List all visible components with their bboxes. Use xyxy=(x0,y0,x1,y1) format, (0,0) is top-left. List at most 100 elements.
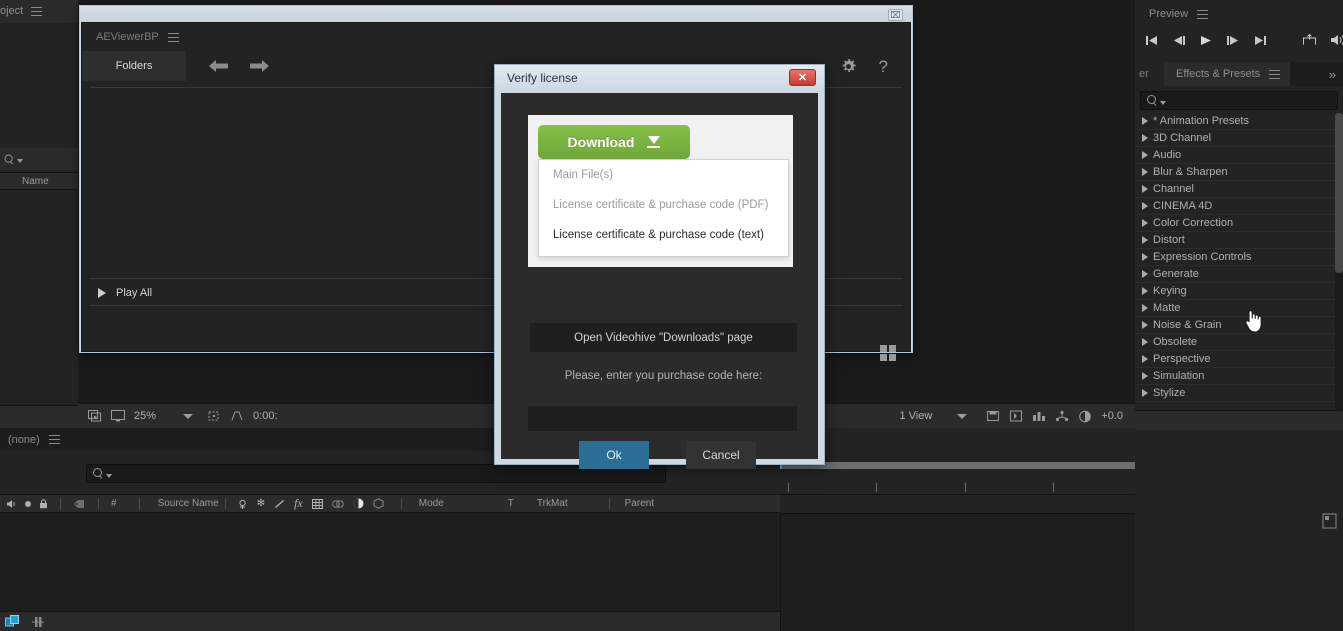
play-icon[interactable] xyxy=(1199,35,1213,46)
transparency-grid-icon[interactable] xyxy=(230,410,244,422)
disclosure-triangle-icon[interactable] xyxy=(1142,168,1148,176)
hamburger-icon[interactable] xyxy=(167,32,179,42)
label-color-icon[interactable] xyxy=(73,499,86,509)
channel-icon[interactable] xyxy=(1009,410,1023,422)
disclosure-triangle-icon[interactable] xyxy=(1142,321,1148,329)
region-of-interest-icon[interactable] xyxy=(207,410,221,422)
disclosure-triangle-icon[interactable] xyxy=(1142,304,1148,312)
effects-category-item[interactable]: Audio xyxy=(1135,147,1335,164)
audio-toggle-icon[interactable] xyxy=(6,499,17,509)
exposure-icon[interactable] xyxy=(1078,410,1092,423)
chevron-down-icon[interactable] xyxy=(183,413,194,419)
gear-icon[interactable] xyxy=(840,58,857,75)
disclosure-triangle-icon[interactable] xyxy=(1142,134,1148,142)
hamburger-icon[interactable] xyxy=(48,435,60,444)
shy-toggle-icon[interactable] xyxy=(25,500,31,507)
download-menu[interactable]: Main File(s) License certificate & purcha… xyxy=(538,159,789,257)
disclosure-triangle-icon[interactable] xyxy=(1142,389,1148,397)
hamburger-icon[interactable] xyxy=(1197,9,1209,19)
project-item-list[interactable] xyxy=(0,190,78,405)
disclosure-triangle-icon[interactable] xyxy=(1142,236,1148,244)
disclosure-triangle-icon[interactable] xyxy=(1142,355,1148,363)
download-menu-item[interactable]: Main File(s) xyxy=(539,160,788,190)
last-frame-icon[interactable] xyxy=(1253,35,1267,46)
forward-arrow-icon[interactable] xyxy=(249,59,270,73)
renderer-icon[interactable] xyxy=(88,410,102,422)
close-icon[interactable]: ✕ xyxy=(789,69,816,86)
project-search-row[interactable] xyxy=(0,148,78,170)
back-arrow-icon[interactable] xyxy=(208,59,229,73)
disclosure-triangle-icon[interactable] xyxy=(1142,253,1148,261)
frame-blend-icon[interactable] xyxy=(311,498,323,509)
disclosure-triangle-icon[interactable] xyxy=(1142,151,1148,159)
shy-icon[interactable] xyxy=(237,499,248,509)
disclosure-triangle-icon[interactable] xyxy=(1142,202,1148,210)
effects-category-item[interactable]: Channel xyxy=(1135,181,1335,198)
timecode[interactable]: 0:00: xyxy=(253,410,277,422)
disclosure-triangle-icon[interactable] xyxy=(1142,219,1148,227)
exposure-value[interactable]: +0.0 xyxy=(1101,410,1135,422)
effects-category-item[interactable]: 3D Channel xyxy=(1135,130,1335,147)
disclosure-triangle-icon[interactable] xyxy=(1142,270,1148,278)
lock-icon[interactable] xyxy=(39,498,48,509)
disclosure-triangle-icon[interactable] xyxy=(1142,185,1148,193)
motion-blur-icon[interactable] xyxy=(274,499,285,509)
solo-icon[interactable] xyxy=(353,498,364,509)
tab-folders[interactable]: Folders xyxy=(82,51,186,81)
hamburger-icon[interactable] xyxy=(1269,69,1281,79)
help-icon[interactable]: ? xyxy=(879,58,888,75)
effects-category-item[interactable]: * Animation Presets xyxy=(1135,113,1335,130)
snapshot-icon[interactable] xyxy=(986,410,1000,422)
effects-category-item[interactable]: Blur & Sharpen xyxy=(1135,164,1335,181)
timeline-layer-rows[interactable] xyxy=(0,513,780,611)
effects-icon[interactable]: ✻ xyxy=(257,498,265,509)
aeviewer-titlebar[interactable]: ⌧ xyxy=(80,6,912,22)
grid-view-icon[interactable] xyxy=(880,345,898,363)
view-mode-label[interactable]: 1 View xyxy=(899,410,932,422)
effects-category-item[interactable]: Perspective xyxy=(1135,351,1335,368)
dialog-titlebar[interactable]: Verify license ✕ xyxy=(495,65,824,91)
disclosure-triangle-icon[interactable] xyxy=(1142,372,1148,380)
next-frame-icon[interactable] xyxy=(1226,35,1240,46)
loop-icon[interactable] xyxy=(1302,34,1317,46)
cancel-button[interactable]: Cancel xyxy=(686,441,756,469)
3d-layer-icon[interactable] xyxy=(373,498,384,509)
effects-category-item[interactable]: Keying xyxy=(1135,283,1335,300)
open-downloads-page-button[interactable]: Open Videohive "Downloads" page xyxy=(530,323,797,352)
graph-editor-icon[interactable] xyxy=(30,615,46,629)
first-frame-icon[interactable] xyxy=(1145,35,1159,46)
effects-category-item[interactable]: Obsolete xyxy=(1135,334,1335,351)
audio-icon[interactable] xyxy=(1330,34,1343,46)
quality-icon[interactable] xyxy=(331,499,344,509)
tab-project[interactable]: oject xyxy=(0,0,78,23)
3d-view-icon[interactable] xyxy=(1055,410,1069,422)
previous-frame-icon[interactable] xyxy=(1172,35,1186,46)
effects-category-item[interactable]: Noise & Grain xyxy=(1135,317,1335,334)
tab-effects-presets[interactable]: Effects & Presets xyxy=(1164,62,1291,86)
purchase-code-input[interactable] xyxy=(528,406,797,431)
effects-category-item[interactable]: Distort xyxy=(1135,232,1335,249)
tab-partial[interactable]: er xyxy=(1135,62,1164,86)
aeviewer-close-button[interactable]: ⌧ xyxy=(888,9,903,21)
zoom-level[interactable]: 25% xyxy=(134,410,156,422)
effects-scrollbar-thumb[interactable] xyxy=(1335,113,1343,273)
effects-search-input[interactable] xyxy=(1140,91,1338,110)
monitor-icon[interactable] xyxy=(111,410,125,422)
effects-category-item[interactable]: Color Correction xyxy=(1135,215,1335,232)
download-button[interactable]: Download xyxy=(538,125,690,159)
effects-category-item[interactable]: Stylize xyxy=(1135,385,1335,402)
disclosure-triangle-icon[interactable] xyxy=(1142,338,1148,346)
ok-button[interactable]: Ok xyxy=(579,441,649,469)
effects-category-item[interactable]: Generate xyxy=(1135,266,1335,283)
effects-category-item[interactable]: Expression Controls xyxy=(1135,249,1335,266)
chevron-down-icon[interactable] xyxy=(957,413,968,419)
download-menu-item[interactable]: License certificate & purchase code (tex… xyxy=(539,220,788,250)
hamburger-icon[interactable] xyxy=(31,6,43,16)
disclosure-triangle-icon[interactable] xyxy=(1142,117,1148,125)
download-menu-item[interactable]: License certificate & purchase code (PDF… xyxy=(539,190,788,220)
effects-category-item[interactable]: Simulation xyxy=(1135,368,1335,385)
effects-category-item[interactable]: CINEMA 4D xyxy=(1135,198,1335,215)
effects-category-list[interactable]: * Animation Presets 3D Channel Audio Blur &… xyxy=(1135,113,1335,410)
toggle-switches-icon[interactable] xyxy=(5,614,21,629)
disclosure-triangle-icon[interactable] xyxy=(1142,287,1148,295)
